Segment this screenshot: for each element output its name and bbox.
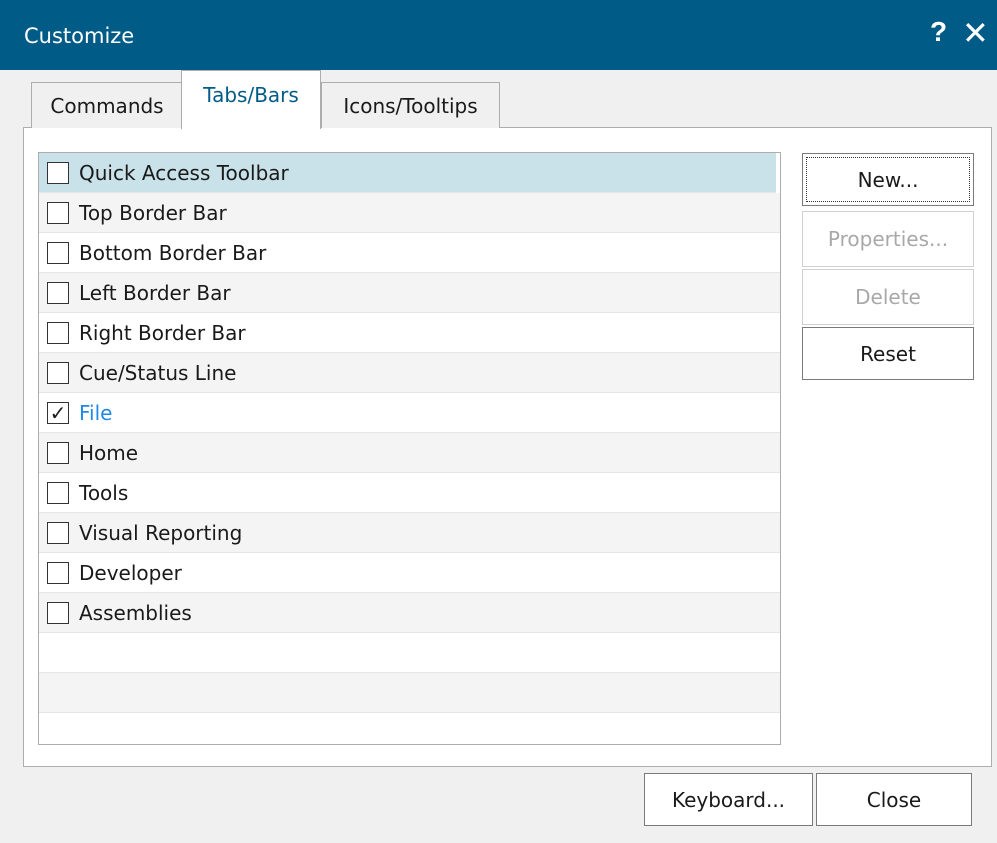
title-bar: Customize ? ✕ bbox=[0, 0, 997, 70]
list-item[interactable]: Visual Reporting bbox=[39, 513, 780, 553]
help-icon[interactable]: ? bbox=[930, 16, 947, 48]
list-item-label: Cue/Status Line bbox=[79, 360, 237, 385]
tab-tabs-bars[interactable]: Tabs/Bars bbox=[181, 70, 321, 129]
list-item[interactable]: Tools bbox=[39, 473, 780, 513]
list-item[interactable]: Right Border Bar bbox=[39, 313, 780, 353]
checkbox[interactable] bbox=[47, 281, 69, 304]
list-item-label: File bbox=[79, 400, 113, 425]
checkbox[interactable] bbox=[47, 521, 69, 544]
empty-row bbox=[39, 713, 780, 744]
close-icon[interactable]: ✕ bbox=[962, 14, 989, 52]
list-item[interactable]: Top Border Bar bbox=[39, 193, 780, 233]
reset-button[interactable]: Reset bbox=[802, 327, 974, 380]
list-item[interactable]: Assemblies bbox=[39, 593, 780, 633]
delete-button[interactable]: Delete bbox=[802, 269, 974, 325]
checkbox[interactable] bbox=[47, 561, 69, 584]
list-item-label: Assemblies bbox=[79, 600, 192, 625]
empty-row bbox=[39, 673, 780, 713]
checkbox[interactable] bbox=[47, 601, 69, 624]
properties-button[interactable]: Properties... bbox=[802, 211, 974, 267]
checkbox[interactable] bbox=[47, 441, 69, 464]
list-item-label: Top Border Bar bbox=[79, 200, 227, 225]
list-item-label: Visual Reporting bbox=[79, 520, 243, 545]
checkbox[interactable] bbox=[47, 361, 69, 384]
checkbox[interactable] bbox=[47, 481, 69, 504]
list-item[interactable]: ✓ File bbox=[39, 393, 780, 433]
window-title: Customize bbox=[24, 24, 135, 48]
list-item-label: Home bbox=[79, 440, 139, 465]
checkbox[interactable] bbox=[47, 321, 69, 344]
list-item[interactable]: Home bbox=[39, 433, 780, 473]
keyboard-button[interactable]: Keyboard... bbox=[644, 773, 813, 826]
list-item[interactable]: Quick Access Toolbar bbox=[39, 153, 776, 193]
new-button[interactable]: New... bbox=[802, 153, 974, 206]
list-item-label: Tools bbox=[79, 480, 129, 505]
checkbox[interactable] bbox=[47, 161, 69, 184]
checkmark-icon: ✓ bbox=[49, 400, 67, 425]
close-button[interactable]: Close bbox=[816, 773, 972, 826]
tab-commands[interactable]: Commands bbox=[31, 82, 183, 128]
list-item[interactable]: Left Border Bar bbox=[39, 273, 780, 313]
bars-list[interactable]: Quick Access Toolbar Top Border Bar Bottom… bbox=[38, 152, 781, 745]
list-item-label: Bottom Border Bar bbox=[79, 240, 267, 265]
list-item-label: Left Border Bar bbox=[79, 280, 231, 305]
tab-icons-tooltips[interactable]: Icons/Tooltips bbox=[321, 82, 500, 128]
list-item[interactable]: Developer bbox=[39, 553, 780, 593]
list-item[interactable]: Bottom Border Bar bbox=[39, 233, 780, 273]
list-item-label: Developer bbox=[79, 560, 182, 585]
empty-row bbox=[39, 633, 780, 673]
checkbox[interactable] bbox=[47, 241, 69, 264]
checkbox[interactable]: ✓ bbox=[47, 400, 69, 425]
checkbox[interactable] bbox=[47, 201, 69, 224]
list-item-label: Right Border Bar bbox=[79, 320, 246, 345]
list-item[interactable]: Cue/Status Line bbox=[39, 353, 780, 393]
list-item-label: Quick Access Toolbar bbox=[79, 160, 289, 185]
